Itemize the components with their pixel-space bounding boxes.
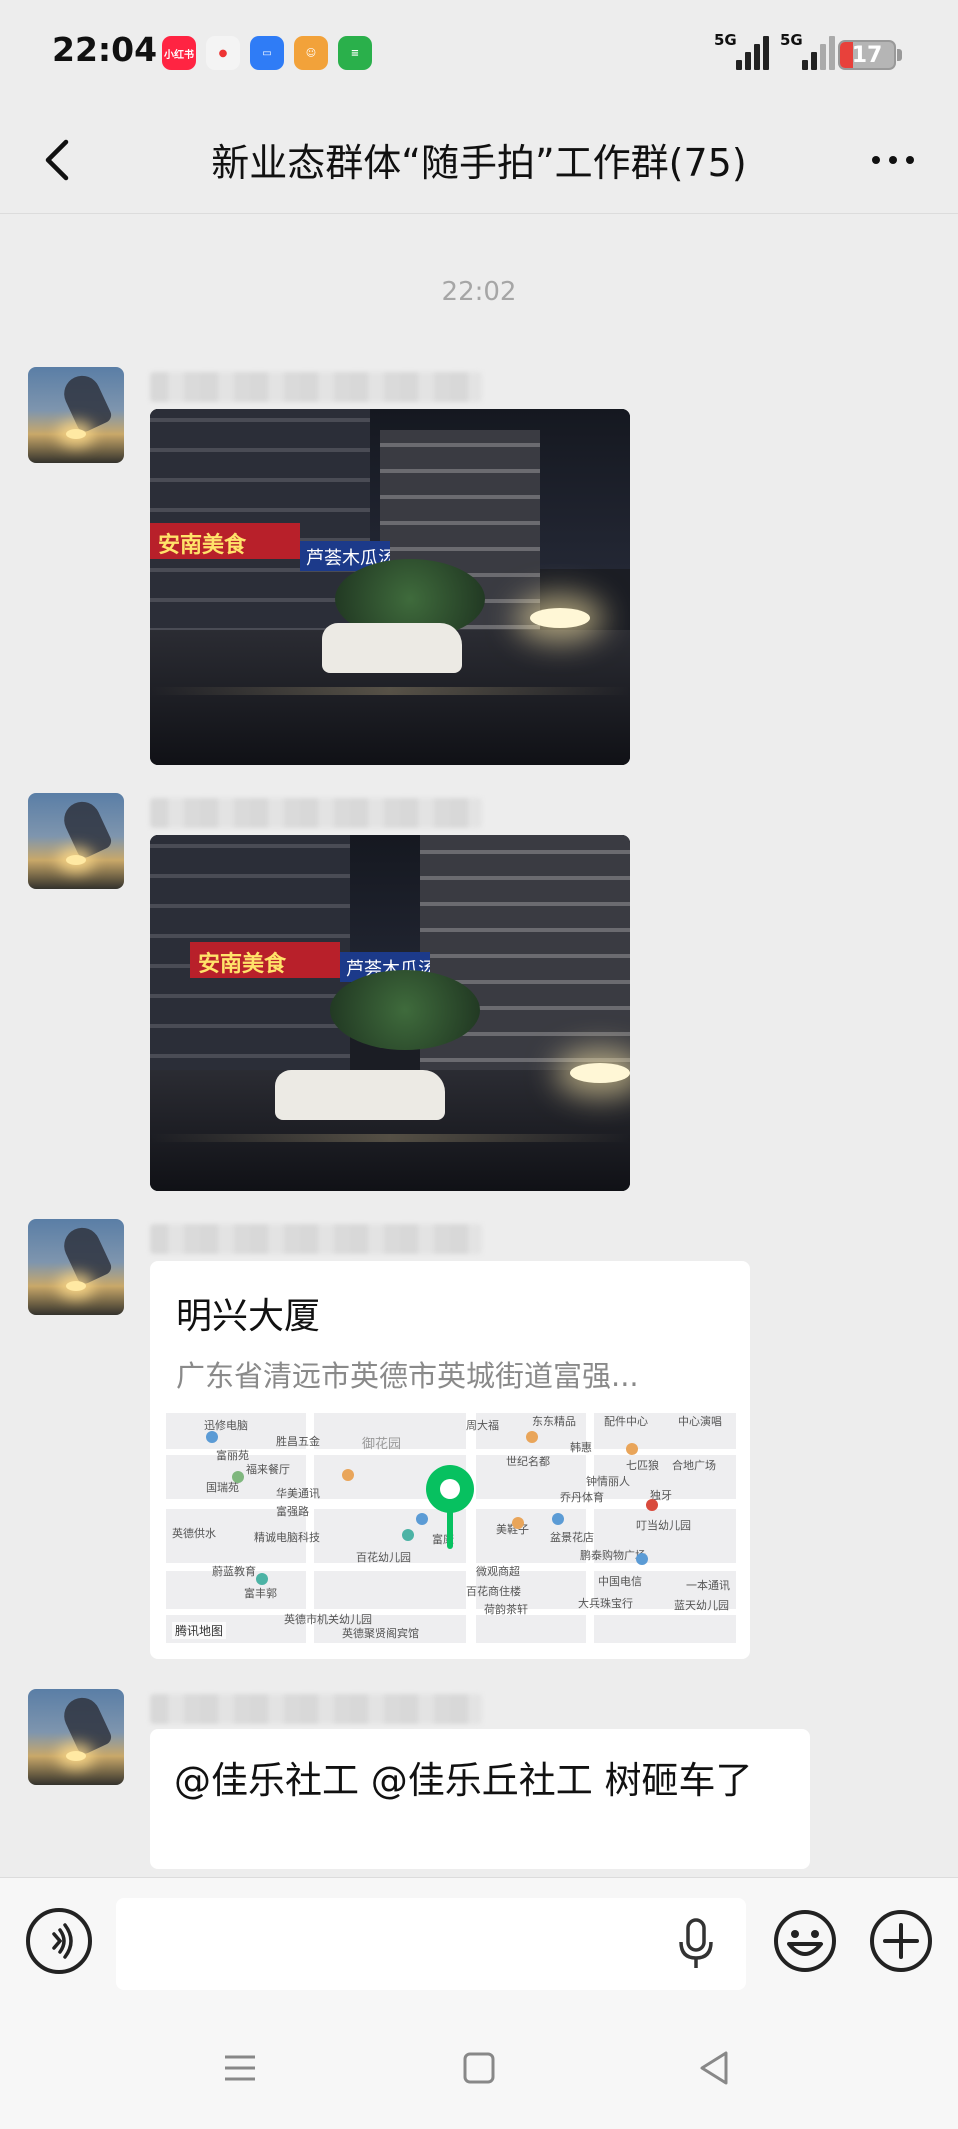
home-icon[interactable] (454, 2043, 504, 2093)
chat-header: 新业态群体“随手拍”工作群(75) (0, 108, 958, 214)
map-label: 蓝天幼儿园 (674, 1599, 729, 1612)
map-label: 中心演唱 (678, 1415, 722, 1428)
microphone-icon[interactable] (676, 1914, 716, 1974)
files-app-icon: ▭ (250, 36, 284, 70)
avatar[interactable] (28, 1689, 124, 1785)
battery-icon: 17 (838, 40, 896, 70)
more-dots-icon (872, 156, 880, 164)
map-label: 百花商住楼 (466, 1585, 521, 1598)
map-label: 世纪名都 (506, 1455, 550, 1468)
avatar[interactable] (28, 367, 124, 463)
message-timestamp: 22:02 (441, 277, 517, 307)
map-label: 中国电信 (598, 1575, 642, 1588)
text-message[interactable]: @佳乐社工 @佳乐丘社工 树砸车了 (150, 1729, 810, 1869)
map-label: 英德聚贤阁宾馆 (342, 1627, 419, 1640)
sender-name-blurred (150, 372, 482, 402)
voice-icon (52, 1923, 73, 1959)
battery-tip (897, 49, 902, 61)
map-label: 盆景花店 (550, 1531, 594, 1544)
map-label: 荷韵茶轩 (484, 1603, 528, 1616)
map-label: 富强路 (276, 1505, 309, 1518)
map-label: 百花幼儿园 (356, 1551, 411, 1564)
map-label: 精诚电脑科技 (254, 1531, 320, 1544)
map-label: 大兵珠宝行 (578, 1597, 633, 1610)
chevron-left-icon (45, 139, 69, 181)
location-pin-icon (426, 1465, 474, 1549)
sender-name-blurred (150, 1224, 482, 1254)
input-bar (0, 1877, 958, 2007)
map-label: 微观商超 (476, 1565, 520, 1578)
shop-sign: 安南美食 (150, 522, 300, 559)
map-label: 华美通讯 (276, 1487, 320, 1500)
map-label: 合地广场 (672, 1459, 716, 1472)
system-navigation-bar (0, 2007, 958, 2129)
status-app-icons: 小红书 ● ▭ ☺ ≡ (162, 36, 372, 70)
location-address: 广东省清远市英德市英城街道富强... (176, 1359, 639, 1393)
xiaohongshu-icon: 小红书 (162, 36, 196, 70)
game-app-icon: ☺ (294, 36, 328, 70)
map-label: 七匹狼 (626, 1459, 659, 1472)
map-label: 英德供水 (172, 1527, 216, 1540)
map-label: 配件中心 (604, 1415, 648, 1428)
signal-icon-2: 5G (780, 31, 835, 70)
map-label: 胜昌五金 (276, 1435, 320, 1448)
map-attribution: 腾讯地图 (172, 1622, 227, 1639)
more-button[interactable] (858, 130, 928, 190)
back-triangle-icon[interactable] (690, 2043, 740, 2093)
map-label: 富丽苑 (216, 1449, 249, 1462)
map-label: 御花园 (362, 1437, 402, 1452)
sender-name-blurred (150, 1694, 482, 1724)
map-label: 韩惠 (570, 1441, 592, 1454)
map-label: 周大福 (466, 1419, 499, 1432)
map-label: 叮当幼儿园 (636, 1519, 691, 1532)
location-map[interactable]: 迅修电脑 胜昌五金 富丽苑 福来餐厅 国瑞苑 华美通讯 富强路 英德供水 精诚电… (166, 1413, 736, 1643)
signal-icon-1: 5G (714, 31, 769, 70)
map-label: 富丰郭 (244, 1587, 277, 1600)
map-label: 福来餐厅 (246, 1463, 290, 1476)
status-bar: 22:04 小红书 ● ▭ ☺ ≡ 5G 5G 17 (0, 0, 958, 108)
avatar[interactable] (28, 793, 124, 889)
map-label: 乔丹体育 (560, 1491, 604, 1504)
location-name: 明兴大厦 (176, 1296, 321, 1337)
voice-button[interactable] (26, 1908, 92, 1974)
photo-message[interactable]: 安南美食 芦荟木瓜汤 (150, 409, 630, 765)
map-label: 蔚蓝教育 (212, 1565, 256, 1578)
location-message[interactable]: 明兴大厦 广东省清远市英德市英城街道富强... 迅修电脑 胜昌五金 富丽苑 福来… (150, 1261, 750, 1659)
chat-messages[interactable]: 22:02 安南美食 芦荟木瓜汤 安南美食 芦荟木瓜汤 (0, 215, 958, 1877)
chat-title: 新业态群体“随手拍”工作群(75) (211, 141, 747, 185)
message-input[interactable] (116, 1898, 746, 1990)
map-label: 钟情丽人 (586, 1475, 630, 1488)
map-label: 东东精品 (532, 1415, 576, 1428)
map-label: 一本通讯 (686, 1579, 730, 1592)
plus-icon[interactable] (868, 1908, 934, 1974)
avatar[interactable] (28, 1219, 124, 1315)
emoji-icon[interactable] (772, 1908, 838, 1974)
shop-sign: 安南美食 (190, 941, 340, 978)
menu-icon[interactable] (215, 2043, 265, 2093)
sender-name-blurred (150, 798, 482, 828)
status-time: 22:04 (52, 30, 158, 69)
message-app-icon: ≡ (338, 36, 372, 70)
back-button[interactable] (30, 130, 90, 190)
photo-message[interactable]: 安南美食 芦荟木瓜汤 (150, 835, 630, 1191)
map-app-icon: ● (206, 36, 240, 70)
